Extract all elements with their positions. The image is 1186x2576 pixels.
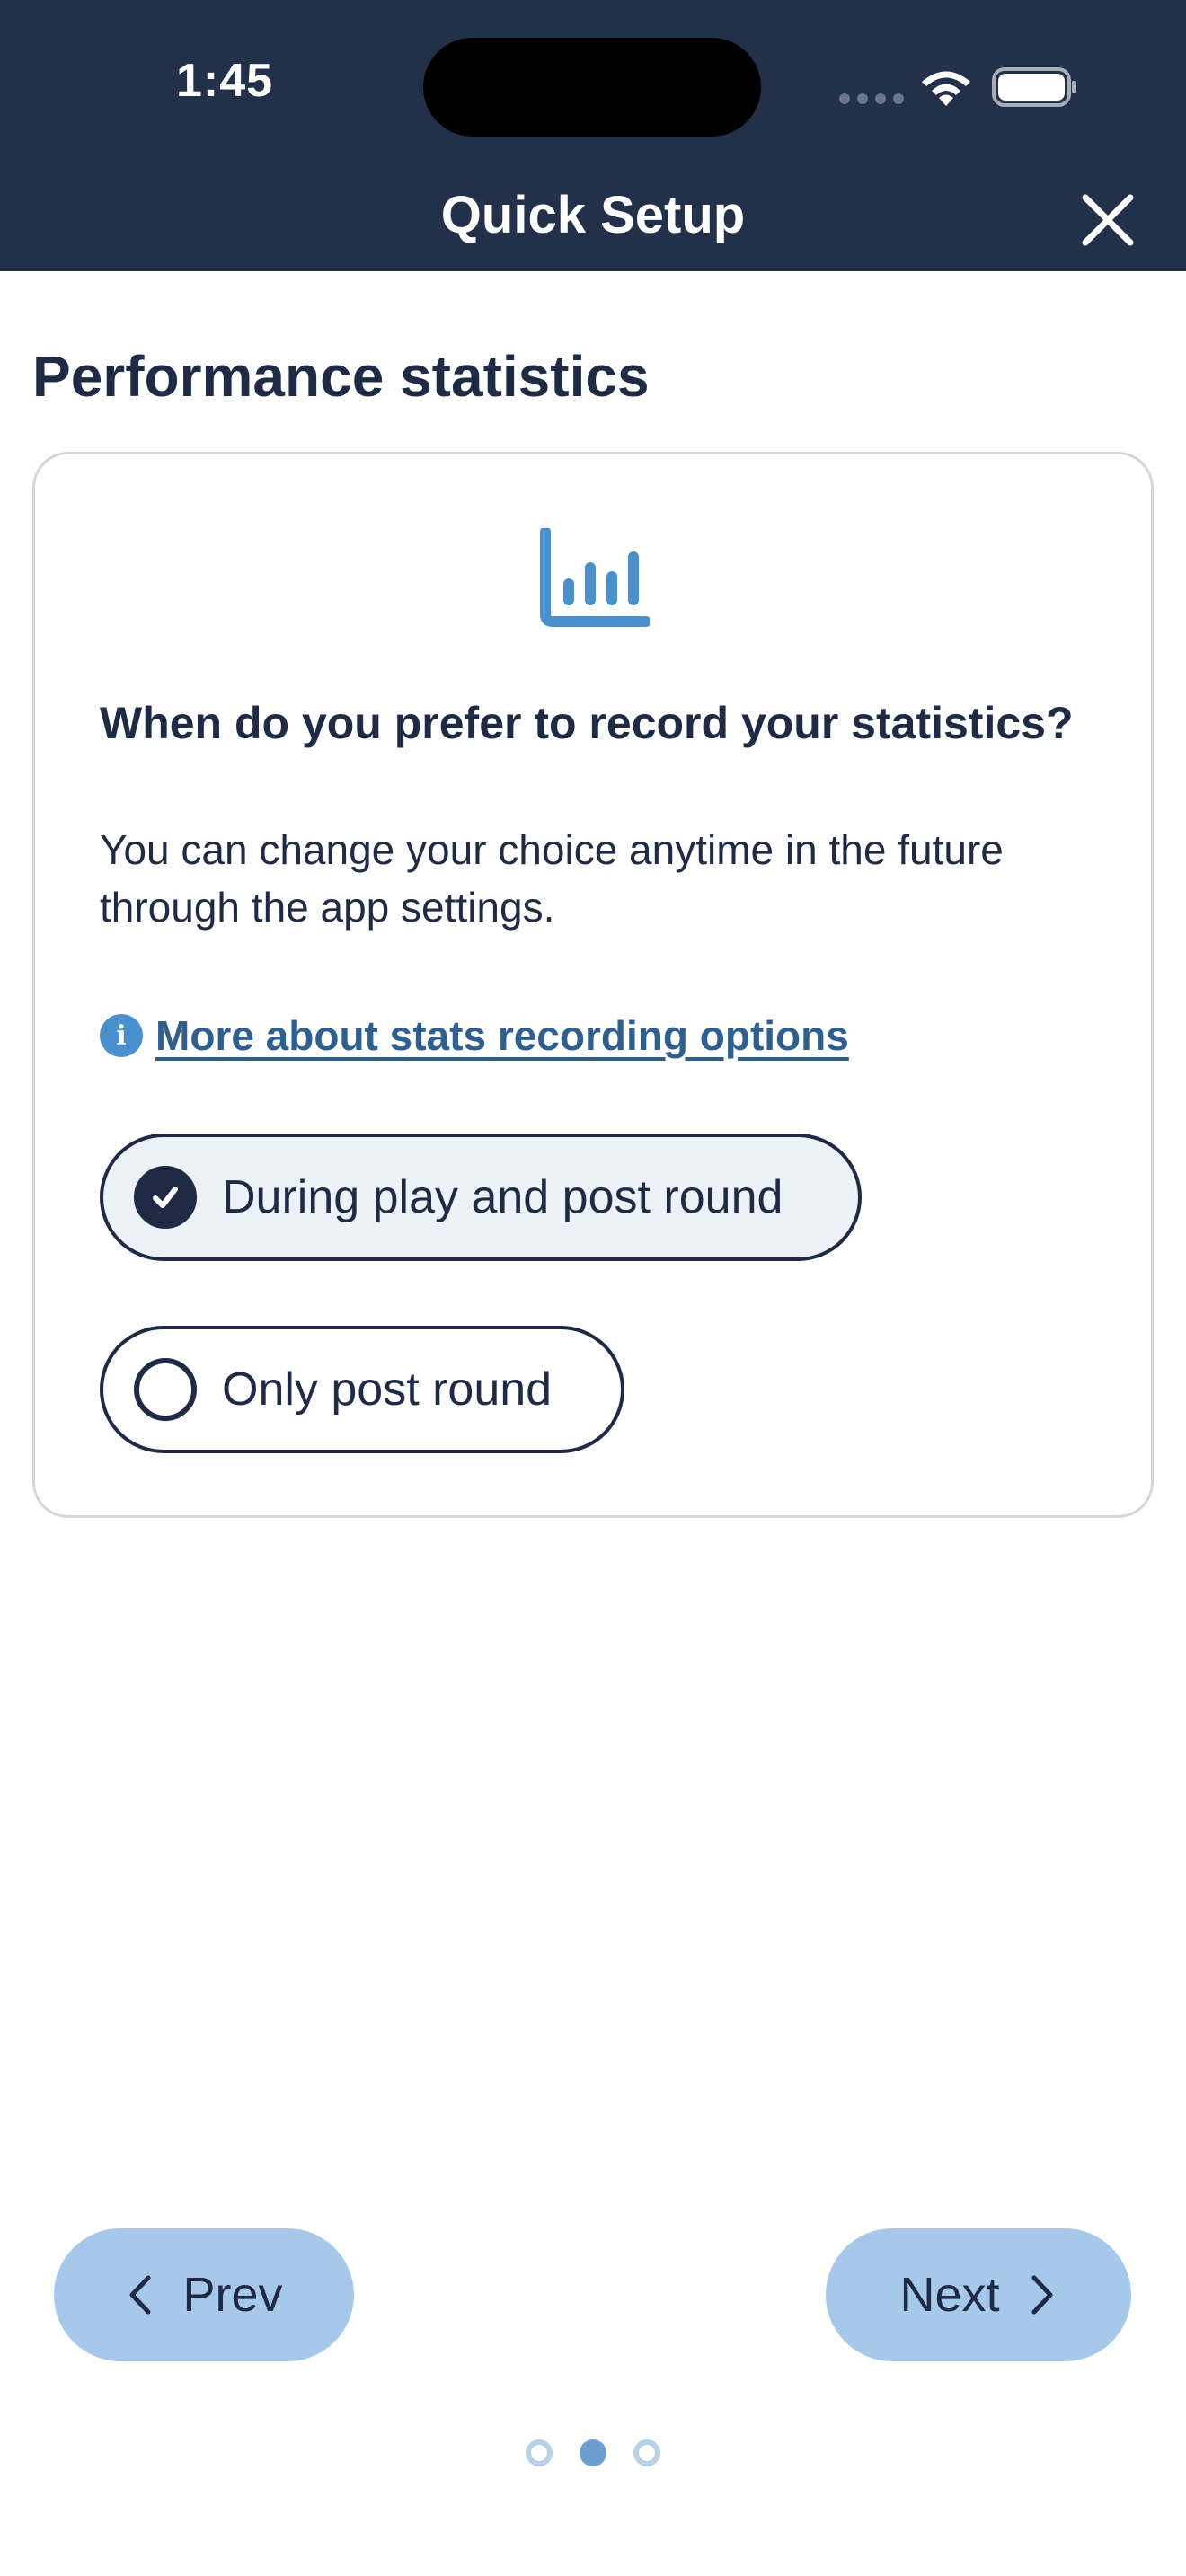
prev-button[interactable]: Prev xyxy=(54,2228,354,2361)
question-heading: When do you prefer to record your statis… xyxy=(100,698,1074,748)
radio-unchecked-icon xyxy=(134,1358,197,1421)
status-time: 1:45 xyxy=(176,55,274,107)
option-post-round[interactable]: Only post round xyxy=(100,1326,624,1453)
battery-icon xyxy=(992,67,1076,107)
checkmark-icon xyxy=(153,1187,178,1208)
stats-card: When do you prefer to record your statis… xyxy=(32,452,1154,1518)
info-icon: i xyxy=(100,1014,143,1057)
pagination-dot xyxy=(633,2439,660,2466)
next-button-label: Next xyxy=(899,2268,1000,2322)
pagination-dot xyxy=(526,2439,553,2466)
option-during-play[interactable]: During play and post round xyxy=(100,1134,862,1261)
radio-checked-icon xyxy=(134,1166,197,1229)
next-button[interactable]: Next xyxy=(826,2228,1131,2361)
page-title: Quick Setup xyxy=(440,186,746,244)
description-text: You can change your choice anytime in th… xyxy=(100,826,1004,931)
close-icon[interactable] xyxy=(1076,189,1139,251)
option-label: During play and post round xyxy=(222,1171,783,1223)
wifi-icon xyxy=(922,71,970,106)
more-info-link[interactable]: i More about stats recording options xyxy=(100,1011,849,1060)
more-info-link-label[interactable]: More about stats recording options xyxy=(155,1011,849,1060)
cellular-signal-icon xyxy=(839,93,904,104)
chevron-right-icon xyxy=(1031,2275,1053,2315)
bar-chart-icon xyxy=(540,528,650,627)
header-bar: 1:45 Quick Setup xyxy=(0,0,1186,271)
prev-button-label: Prev xyxy=(182,2268,283,2322)
chevron-left-icon xyxy=(129,2275,151,2315)
option-label: Only post round xyxy=(222,1363,553,1416)
pagination-dots xyxy=(0,2439,1186,2466)
pagination-dot-active xyxy=(580,2439,606,2466)
section-title: Performance statistics xyxy=(32,344,650,409)
dynamic-island xyxy=(423,38,761,137)
